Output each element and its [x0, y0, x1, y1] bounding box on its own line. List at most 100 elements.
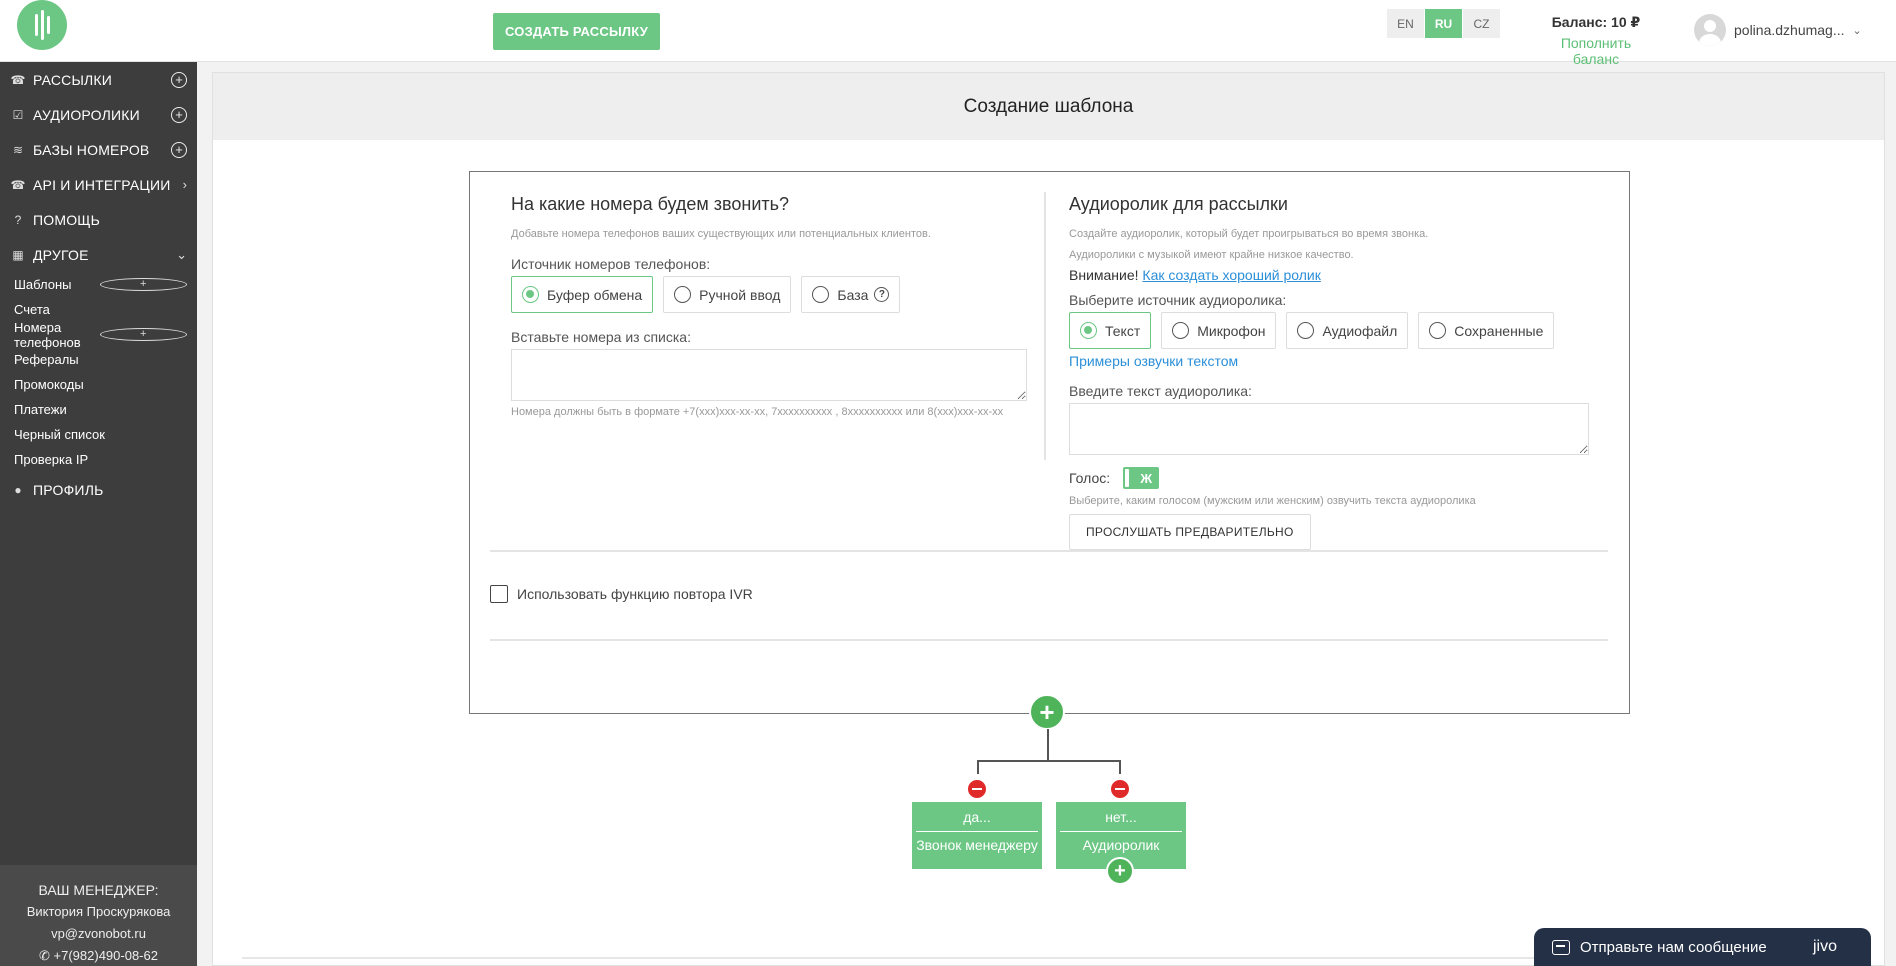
- radio-label: Сохраненные: [1454, 322, 1544, 339]
- node-action: Аудиоролик: [1082, 837, 1160, 853]
- format-hint: Номера должны быть в формате +7(xxx)xxx-…: [511, 406, 1004, 418]
- voice-hint: Выберите, каким голосом (мужским или жен…: [1069, 495, 1476, 507]
- sidebar-subitem-blacklist[interactable]: Черный список: [0, 422, 197, 447]
- tree-node-yes[interactable]: да... Звонок менеджеру: [912, 802, 1042, 869]
- ivr-checkbox[interactable]: [490, 585, 508, 603]
- add-circle-icon[interactable]: +: [171, 106, 187, 123]
- source-manual-radio[interactable]: Ручной ввод: [663, 276, 792, 313]
- sidebar-item-label: ПРОФИЛЬ: [33, 481, 104, 498]
- radio-label: Текст: [1105, 322, 1141, 339]
- sidebar-subitem-label: Рефералы: [14, 352, 79, 367]
- section-divider: [490, 639, 1608, 641]
- remove-node-icon[interactable]: [966, 778, 988, 800]
- question-icon: ?: [14, 212, 22, 227]
- sidebar-item-databases[interactable]: ≋ БАЗЫ НОМЕРОВ +: [0, 132, 197, 167]
- audio-file-radio[interactable]: Аудиофайл: [1286, 312, 1409, 349]
- ivr-repeat-row[interactable]: Использовать функцию повтора IVR: [490, 585, 753, 603]
- user-menu[interactable]: polina.dzhumag... ⌄: [1694, 14, 1862, 46]
- sidebar-subitem-label: Счета: [14, 302, 50, 317]
- voice-toggle[interactable]: Ж: [1123, 467, 1160, 489]
- phone-icon: ☎: [10, 72, 26, 87]
- lang-en-button[interactable]: EN: [1387, 9, 1424, 38]
- manager-phone: +7(982)490-08-62: [53, 948, 158, 963]
- numbers-textarea[interactable]: [511, 349, 1027, 401]
- user-name: polina.dzhumag...: [1734, 22, 1845, 38]
- audio-saved-radio[interactable]: Сохраненные: [1418, 312, 1555, 349]
- numbers-source-radios: Буфер обмена Ручной ввод База ?: [511, 276, 1031, 313]
- database-icon: ≋: [12, 142, 24, 157]
- phone-icon: ☎: [10, 177, 26, 192]
- sidebar-item-audio[interactable]: ☑ АУДИОРОЛИКИ +: [0, 97, 197, 132]
- audio-textarea[interactable]: [1069, 403, 1589, 455]
- chevron-down-icon: ⌄: [176, 246, 187, 262]
- sidebar-item-label: РАССЫЛКИ: [33, 71, 113, 88]
- node-condition: нет...: [1060, 802, 1182, 832]
- source-clipboard-radio[interactable]: Буфер обмена: [511, 276, 654, 313]
- avatar-icon: [1694, 14, 1726, 46]
- chevron-down-icon: ⌄: [1852, 24, 1862, 37]
- sidebar-subitem-referrals[interactable]: Рефералы: [0, 347, 197, 372]
- sidebar-item-label: БАЗЫ НОМЕРОВ: [33, 141, 150, 158]
- add-circle-icon[interactable]: +: [171, 141, 187, 158]
- sidebar-subitem-invoices[interactable]: Счета: [0, 297, 197, 322]
- manager-phone-row[interactable]: ✆ +7(982)490-08-62: [0, 945, 197, 966]
- manager-title: ВАШ МЕНЕДЖЕР:: [38, 882, 159, 898]
- radio-icon: [674, 286, 692, 303]
- sidebar-subitem-label: Номера телефонов: [14, 319, 81, 350]
- chat-widget[interactable]: Отправьте нам сообщение jivo: [1534, 928, 1871, 966]
- lang-cz-button[interactable]: CZ: [1463, 9, 1500, 38]
- warning-prefix: Внимание!: [1069, 267, 1139, 283]
- audio-text-radio[interactable]: Текст: [1069, 312, 1152, 349]
- create-campaign-button[interactable]: СОЗДАТЬ РАССЫЛКУ: [493, 13, 660, 50]
- phone-icon: ✆: [39, 948, 54, 963]
- sidebar-subitem-ip-check[interactable]: Проверка IP: [0, 447, 197, 472]
- sidebar-item-label: АУДИОРОЛИКИ: [33, 106, 140, 123]
- audio-warning: Внимание! Как создать хороший ролик: [1069, 267, 1599, 283]
- add-circle-icon[interactable]: +: [171, 71, 187, 88]
- audio-source-label: Выберите источник аудиоролика:: [1069, 292, 1287, 308]
- radio-icon: [1297, 322, 1315, 339]
- topup-link[interactable]: Пополнить баланс: [1537, 35, 1655, 67]
- sidebar-subitem-payments[interactable]: Платежи: [0, 397, 197, 422]
- radio-label: Ручной ввод: [699, 286, 781, 303]
- chat-text: Отправьте нам сообщение: [1580, 938, 1767, 956]
- sidebar-item-campaigns[interactable]: ☎ РАССЫЛКИ +: [0, 62, 197, 97]
- edit-icon: ☑: [12, 107, 24, 122]
- sidebar-item-profile[interactable]: ● ПРОФИЛЬ: [0, 472, 197, 507]
- sidebar-item-other[interactable]: ▦ ДРУГОЕ ⌄: [0, 237, 197, 272]
- main-panel: Создание шаблона На какие номера будем з…: [212, 72, 1885, 966]
- question-circle-icon[interactable]: ?: [874, 287, 890, 302]
- template-form: На какие номера будем звонить? Добавьте …: [469, 171, 1630, 714]
- tree-connector: [977, 760, 1120, 762]
- node-action: Звонок менеджеру: [916, 837, 1038, 853]
- manager-name: Виктория Проскурякова: [26, 904, 171, 919]
- add-branch-icon[interactable]: +: [1029, 694, 1065, 730]
- sidebar-item-api[interactable]: ☎ API И ИНТЕГРАЦИИ ›: [0, 167, 197, 202]
- sidebar-subitem-templates[interactable]: Шаблоны +: [0, 272, 197, 297]
- add-node-icon[interactable]: +: [1106, 857, 1134, 885]
- logo-icon[interactable]: [17, 0, 67, 50]
- top-header: СОЗДАТЬ РАССЫЛКУ EN RU CZ Баланс: 10 ₽ П…: [0, 0, 1896, 67]
- sidebar-subitem-phone-numbers[interactable]: Номера телефонов +: [0, 319, 197, 350]
- add-circle-icon[interactable]: +: [99, 328, 187, 341]
- voice-examples-link[interactable]: Примеры озвучки текстом: [1069, 353, 1599, 369]
- preview-listen-button[interactable]: ПРОСЛУШАТЬ ПРЕДВАРИТЕЛЬНО: [1069, 514, 1311, 550]
- node-condition: да...: [916, 802, 1038, 832]
- sidebar-subitem-promocodes[interactable]: Промокоды: [0, 372, 197, 397]
- manager-email[interactable]: vp@zvonobot.ru: [0, 923, 197, 945]
- ivr-label: Использовать функцию повтора IVR: [517, 586, 753, 602]
- page-title: Создание шаблона: [213, 73, 1884, 140]
- lang-ru-button[interactable]: RU: [1425, 9, 1462, 38]
- radio-icon: [812, 286, 830, 303]
- audio-microphone-radio[interactable]: Микрофон: [1161, 312, 1277, 349]
- radio-icon: [522, 286, 539, 303]
- sidebar-item-label: API И ИНТЕГРАЦИИ: [33, 176, 171, 193]
- sidebar-item-help[interactable]: ? ПОМОЩЬ: [0, 202, 197, 237]
- source-database-radio[interactable]: База ?: [801, 276, 901, 313]
- radio-label: Буфер обмена: [547, 286, 643, 303]
- good-audio-link[interactable]: Как создать хороший ролик: [1142, 267, 1320, 283]
- remove-node-icon[interactable]: [1109, 778, 1131, 800]
- radio-label: Микрофон: [1197, 322, 1266, 339]
- audio-hint-1: Создайте аудиоролик, который будет проиг…: [1069, 228, 1429, 240]
- add-circle-icon[interactable]: +: [99, 278, 187, 291]
